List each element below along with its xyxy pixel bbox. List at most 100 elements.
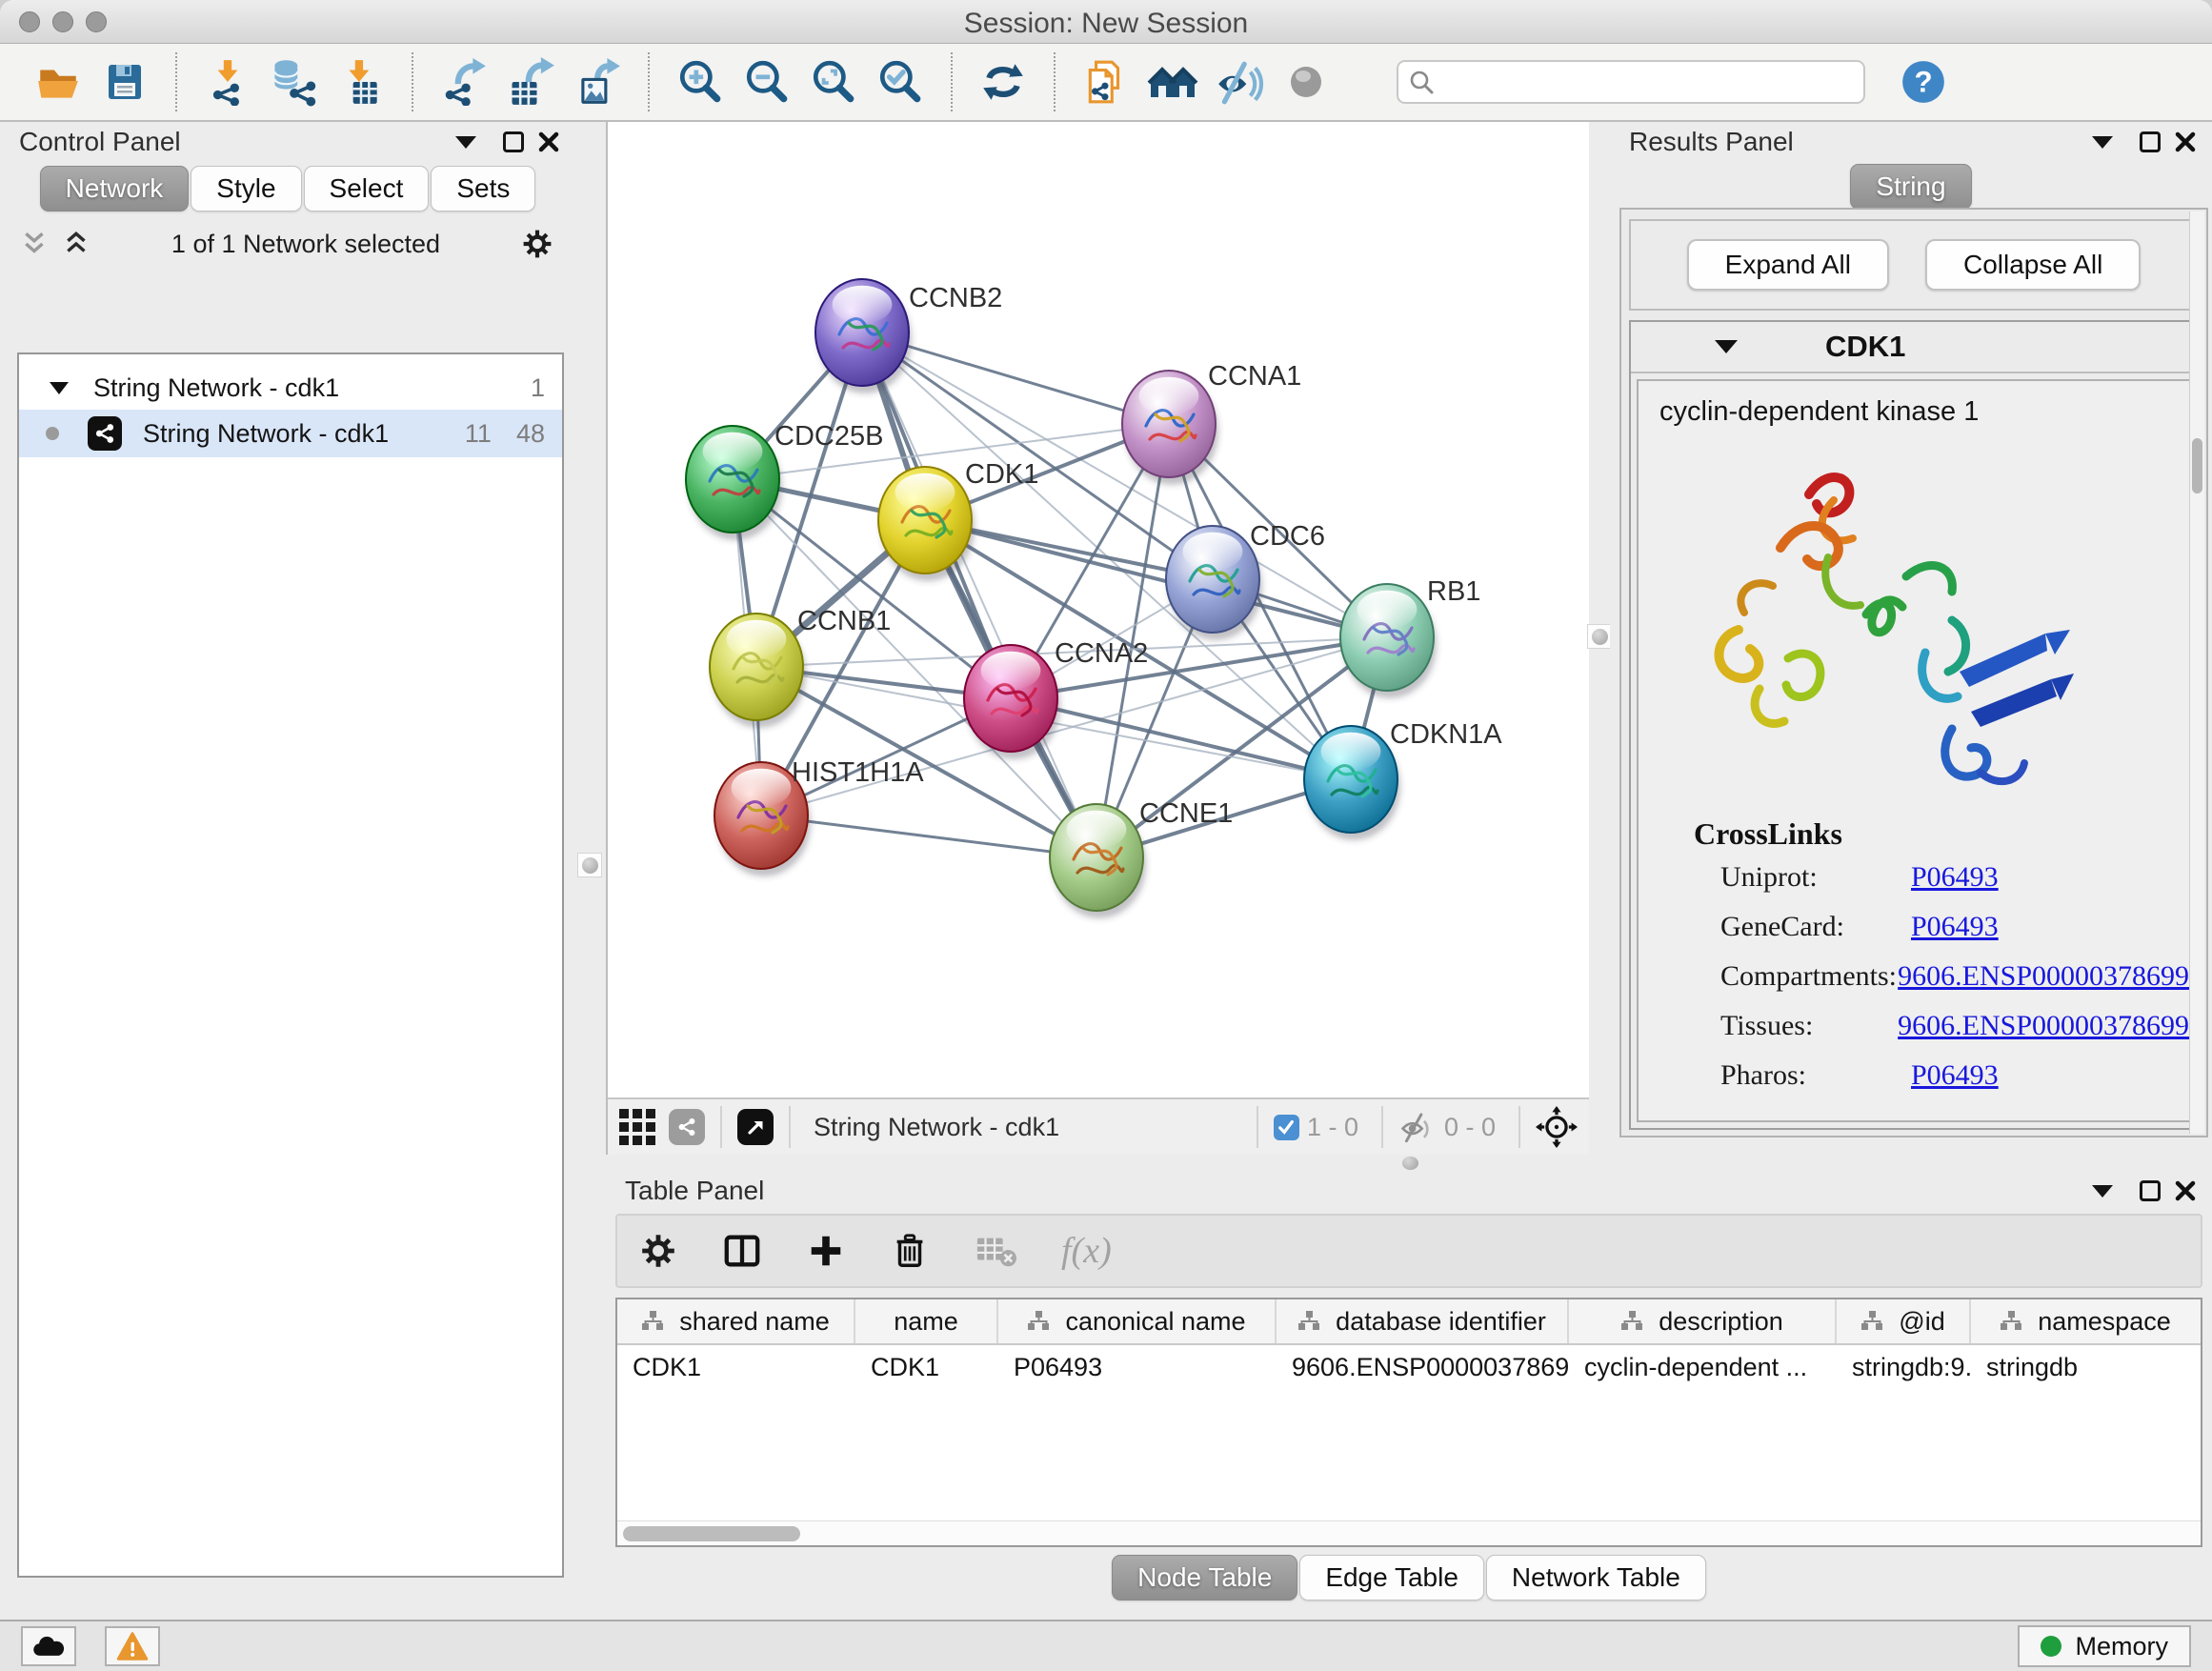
show-columns-icon[interactable] xyxy=(722,1231,762,1271)
splitter-handle[interactable] xyxy=(577,853,602,877)
network-node-CDC25B[interactable] xyxy=(686,426,782,540)
column-header-canonical-name[interactable]: canonical name xyxy=(998,1299,1277,1343)
crosslink-compartments[interactable]: 9606.ENSP00000378699 xyxy=(1898,960,2189,993)
network-type-icon[interactable] xyxy=(669,1109,705,1145)
search-input[interactable] xyxy=(1442,68,1854,97)
home-button[interactable] xyxy=(1147,53,1198,111)
cell-id[interactable]: stringdb:9... xyxy=(1837,1353,1971,1382)
panel-menu-icon[interactable] xyxy=(2092,1185,2113,1198)
export-image-button[interactable] xyxy=(572,53,623,111)
float-panel-icon[interactable] xyxy=(2140,1180,2161,1201)
import-network-button[interactable] xyxy=(202,53,253,111)
results-scrollbar[interactable] xyxy=(2189,211,2204,1134)
network-node-RB1[interactable] xyxy=(1340,584,1437,698)
column-header-namespace[interactable]: namespace xyxy=(1971,1299,2200,1343)
cell-namespace[interactable]: stringdb xyxy=(1971,1353,2200,1382)
float-panel-icon[interactable] xyxy=(2140,131,2161,152)
tab-network[interactable]: Network xyxy=(40,166,190,211)
tab-network-table[interactable]: Network Table xyxy=(1486,1555,1706,1601)
expand-all-icon[interactable] xyxy=(63,231,91,257)
network-node-CDK1[interactable] xyxy=(878,467,975,581)
column-header-shared-name[interactable]: shared name xyxy=(617,1299,855,1343)
tab-sets[interactable]: Sets xyxy=(431,166,535,211)
float-panel-icon[interactable] xyxy=(503,131,524,152)
memory-button[interactable]: Memory xyxy=(2018,1625,2191,1667)
network-row[interactable]: String Network - cdk1 11 48 xyxy=(19,410,562,457)
show-grid-icon[interactable] xyxy=(619,1109,655,1145)
add-column-icon[interactable] xyxy=(806,1231,846,1271)
open-session-button[interactable] xyxy=(32,53,84,111)
close-panel-icon[interactable] xyxy=(537,131,560,153)
crosslink-genecard[interactable]: P06493 xyxy=(1911,911,1999,943)
expand-all-button[interactable]: Expand All xyxy=(1687,239,1889,291)
table-settings-gear-icon[interactable] xyxy=(638,1231,678,1271)
crosslink-tissues[interactable]: 9606.ENSP00000378699 xyxy=(1898,1010,2189,1042)
network-edge[interactable] xyxy=(1011,698,1351,779)
cell-description[interactable]: cyclin-dependent ... xyxy=(1569,1353,1837,1382)
detach-view-icon[interactable] xyxy=(737,1109,774,1145)
tab-node-table[interactable]: Node Table xyxy=(1112,1555,1297,1601)
horizontal-splitter[interactable] xyxy=(606,1155,2212,1172)
birdseye-navigator-icon[interactable] xyxy=(1536,1106,1578,1148)
close-panel-icon[interactable] xyxy=(2174,131,2197,153)
import-network-from-database-button[interactable] xyxy=(269,53,320,111)
import-table-button[interactable] xyxy=(335,53,387,111)
splitter-handle[interactable] xyxy=(1587,624,1612,649)
network-node-CCNA1[interactable] xyxy=(1122,371,1218,485)
zoom-in-button[interactable] xyxy=(674,53,726,111)
network-edge[interactable] xyxy=(761,815,1096,857)
tree-expander-icon[interactable] xyxy=(50,382,69,394)
tab-string[interactable]: String xyxy=(1850,164,1971,210)
cell-database-identifier[interactable]: 9606.ENSP00000378699 xyxy=(1277,1353,1569,1382)
tab-edge-table[interactable]: Edge Table xyxy=(1299,1555,1484,1601)
network-collection-row[interactable]: String Network - cdk1 1 xyxy=(19,366,562,410)
cloud-status-button[interactable] xyxy=(21,1626,76,1666)
protein-card-header[interactable]: CDK1 xyxy=(1631,322,2197,373)
table-row[interactable]: CDK1 CDK1 P06493 9606.ENSP00000378699 cy… xyxy=(617,1345,2201,1389)
network-node-label: CDK1 xyxy=(965,459,1038,490)
delete-column-icon[interactable] xyxy=(890,1231,930,1271)
crosslink-pharos[interactable]: P06493 xyxy=(1911,1059,1999,1092)
column-header-description[interactable]: description xyxy=(1569,1299,1837,1343)
network-node-CDKN1A[interactable] xyxy=(1304,726,1400,840)
zoom-fit-button[interactable] xyxy=(808,53,859,111)
column-header-id[interactable]: @id xyxy=(1837,1299,1971,1343)
zoom-out-button[interactable] xyxy=(741,53,793,111)
close-panel-icon[interactable] xyxy=(2174,1179,2197,1202)
collapse-section-icon[interactable] xyxy=(1715,340,1738,353)
help-button[interactable]: ? xyxy=(1898,53,1949,111)
gear-icon[interactable] xyxy=(520,227,554,261)
first-neighbors-button[interactable] xyxy=(1080,53,1132,111)
crosslink-uniprot[interactable]: P06493 xyxy=(1911,861,1999,894)
collapse-all-button[interactable]: Collapse All xyxy=(1925,239,2141,291)
export-network-button[interactable] xyxy=(438,53,490,111)
warnings-button[interactable] xyxy=(105,1626,160,1666)
network-node-CCNA2[interactable] xyxy=(964,645,1060,759)
left-splitter[interactable] xyxy=(575,122,606,1620)
show-view-button[interactable] xyxy=(1280,53,1332,111)
network-canvas[interactable]: CCNB2CCNA1CDC25BCDK1CDC6RB1CCNB1CCNA2CDK… xyxy=(608,122,1591,1097)
table-horizontal-scrollbar[interactable] xyxy=(617,1520,2201,1545)
right-splitter[interactable] xyxy=(1589,122,1610,1155)
hide-panel-button[interactable] xyxy=(1214,53,1265,111)
cell-canonical-name[interactable]: P06493 xyxy=(998,1353,1277,1382)
save-session-button[interactable] xyxy=(99,53,151,111)
network-node-CCNB2[interactable] xyxy=(815,279,912,393)
column-header-name[interactable]: name xyxy=(855,1299,998,1343)
selected-checkbox-icon[interactable] xyxy=(1274,1115,1299,1140)
network-node-CCNE1[interactable] xyxy=(1050,804,1146,918)
collapse-all-icon[interactable] xyxy=(21,231,50,257)
zoom-selected-button[interactable] xyxy=(875,53,926,111)
cell-shared-name[interactable]: CDK1 xyxy=(617,1353,855,1382)
cell-name[interactable]: CDK1 xyxy=(855,1353,998,1382)
tab-select[interactable]: Select xyxy=(304,166,430,211)
splitter-handle[interactable] xyxy=(1402,1157,1418,1170)
search-field[interactable] xyxy=(1397,60,1865,104)
panel-menu-icon[interactable] xyxy=(2092,136,2113,149)
tab-style[interactable]: Style xyxy=(191,166,301,211)
refresh-button[interactable] xyxy=(977,53,1029,111)
export-table-button[interactable] xyxy=(505,53,556,111)
network-node-CCNB1[interactable] xyxy=(710,614,806,728)
column-header-database-identifier[interactable]: database identifier xyxy=(1277,1299,1569,1343)
panel-menu-icon[interactable] xyxy=(455,136,476,149)
